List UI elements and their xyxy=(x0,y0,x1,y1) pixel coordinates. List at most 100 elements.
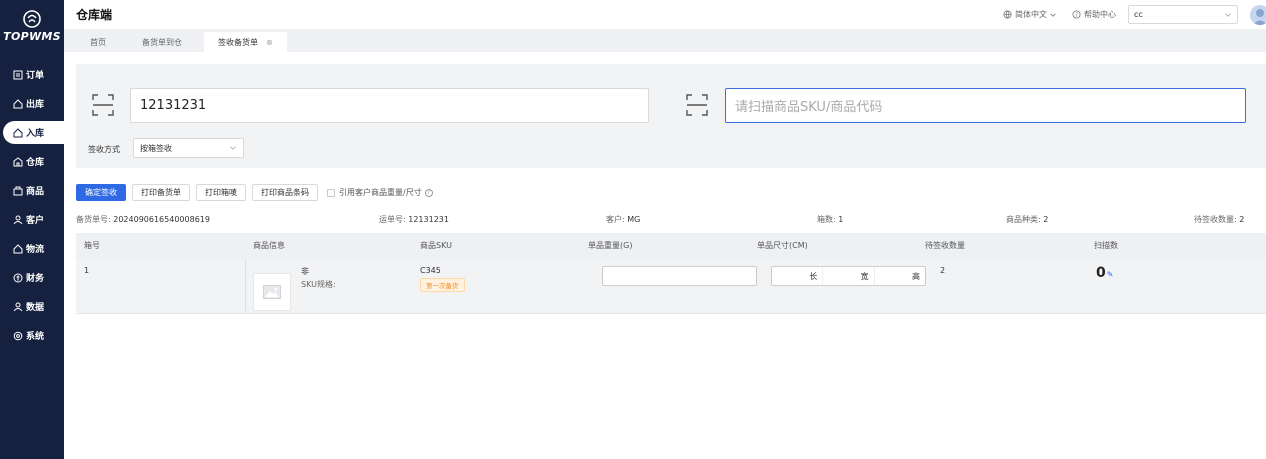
col-weight: 单品重量(G) xyxy=(588,241,633,250)
chevron-down-icon xyxy=(1225,13,1231,17)
main-content: 12131231 请扫描商品SKU/商品代码 签收方式 按箱签收 确定签收 打印… xyxy=(64,52,1266,459)
page-title: 仓库端 xyxy=(76,8,113,22)
language-switcher[interactable]: 简体中文 xyxy=(1003,9,1060,20)
customer-icon xyxy=(13,215,23,224)
sidebar-item-system[interactable]: 系统 xyxy=(0,321,64,350)
order-scan-input[interactable]: 12131231 xyxy=(130,88,649,123)
order-scan-value: 12131231 xyxy=(140,98,207,113)
summary-value: 2 xyxy=(1043,215,1049,224)
scan-panel: 12131231 请扫描商品SKU/商品代码 签收方式 按箱签收 xyxy=(76,64,1266,168)
tab-bar: 首页 备货单到仓 签收备货单 ⊗ xyxy=(64,29,1266,52)
logistics-icon xyxy=(13,243,23,253)
scan-icon[interactable] xyxy=(686,94,708,116)
sku-scan-input[interactable]: 请扫描商品SKU/商品代码 xyxy=(725,88,1246,123)
col-pending-qty: 待签收数量 xyxy=(925,241,965,250)
weight-input[interactable] xyxy=(602,266,757,286)
use-customer-dims-checkbox[interactable]: 引用客户商品重量/尺寸 ? xyxy=(327,187,433,198)
row-divider xyxy=(245,259,246,314)
summary-value: 2 xyxy=(1239,215,1245,224)
summary-label: 箱数: xyxy=(817,215,836,224)
sidebar-item-logistics[interactable]: 物流 xyxy=(0,234,64,263)
col-sku: 商品SKU xyxy=(420,241,452,250)
summary-tracking: 运单号: 12131231 xyxy=(379,214,449,225)
sign-method-value: 按箱签收 xyxy=(140,143,172,153)
sidebar-item-label: 客户 xyxy=(26,216,45,226)
checkbox-box[interactable] xyxy=(327,188,335,197)
scan-icon[interactable] xyxy=(92,94,114,116)
sidebar: TOPWMS 订单 出库 入库 仓库 商品 客户 物流 财务 数据 系统 xyxy=(0,0,73,459)
sidebar-item-warehouse[interactable]: 仓库 xyxy=(0,147,64,176)
print-box-label-button[interactable]: 打印箱唛 xyxy=(196,184,246,201)
close-icon[interactable]: ⊗ xyxy=(266,38,273,47)
warehouse-icon xyxy=(13,156,23,166)
summary-value: 1 xyxy=(838,215,844,224)
col-box-no: 箱号 xyxy=(84,241,100,250)
sign-method-select[interactable]: 按箱签收 xyxy=(133,138,244,158)
sidebar-item-data[interactable]: 数据 xyxy=(0,292,64,321)
logo-text: TOPWMS xyxy=(3,30,61,43)
finance-icon xyxy=(13,273,23,282)
col-product-info: 商品信息 xyxy=(253,241,285,250)
box-no: 1 xyxy=(84,266,90,275)
col-scan-count: 扫描数 xyxy=(1094,241,1118,250)
user-select[interactable]: cc xyxy=(1128,5,1238,24)
sidebar-item-products[interactable]: 商品 xyxy=(0,176,64,205)
sidebar-item-label: 出库 xyxy=(26,100,45,110)
outbound-icon xyxy=(13,98,23,108)
print-barcode-button[interactable]: 打印商品条码 xyxy=(252,184,318,201)
sidebar-item-outbound[interactable]: 出库 xyxy=(0,89,64,118)
summary-sku-types: 商品种类: 2 xyxy=(1006,214,1048,225)
help-icon: ? xyxy=(1072,10,1081,19)
svg-text:?: ? xyxy=(1075,13,1078,19)
summary-label: 客户: xyxy=(606,215,625,224)
product-thumbnail[interactable] xyxy=(253,273,291,311)
sidebar-item-label: 物流 xyxy=(26,245,45,255)
tab-label: 备货单到仓 xyxy=(142,37,182,47)
avatar[interactable] xyxy=(1250,4,1266,25)
pending-qty: 2 xyxy=(940,266,946,275)
length-field[interactable]: 长 xyxy=(772,267,824,285)
edit-icon[interactable]: ✎ xyxy=(1107,270,1114,279)
help-center-link[interactable]: ? 帮助中心 xyxy=(1072,9,1116,20)
sidebar-item-label: 仓库 xyxy=(26,158,45,168)
items-table: 箱号 商品信息 商品SKU 单品重量(G) 单品尺寸(CM) 待签收数量 扫描数… xyxy=(76,233,1266,314)
sku-value: C345 xyxy=(420,266,441,275)
chevron-down-icon xyxy=(1050,13,1056,17)
summary-value: MG xyxy=(627,215,641,224)
sku-scan-placeholder: 请扫描商品SKU/商品代码 xyxy=(735,100,883,115)
print-order-button[interactable]: 打印备货单 xyxy=(132,184,190,201)
inbound-icon xyxy=(13,127,23,137)
sidebar-item-label: 订单 xyxy=(26,71,45,81)
logo[interactable]: TOPWMS xyxy=(0,0,64,52)
tab-stock-arrival[interactable]: 备货单到仓 xyxy=(128,32,196,52)
sidebar-item-customers[interactable]: 客户 xyxy=(0,205,64,234)
sign-method-label: 签收方式 xyxy=(88,145,120,154)
summary-label: 商品种类: xyxy=(1006,215,1041,224)
width-field[interactable]: 宽 xyxy=(823,267,875,285)
summary-pending: 待签收数量: 2 xyxy=(1194,214,1244,225)
settings-icon xyxy=(13,331,23,340)
sidebar-item-finance[interactable]: 财务 xyxy=(0,263,64,292)
help-label: 帮助中心 xyxy=(1084,10,1116,19)
logo-icon xyxy=(23,10,41,28)
language-label: 简体中文 xyxy=(1015,10,1047,19)
action-toolbar: 确定签收 打印备货单 打印箱唛 打印商品条码 引用客户商品重量/尺寸 ? xyxy=(76,184,433,201)
sidebar-item-orders[interactable]: 订单 xyxy=(0,60,64,89)
confirm-sign-button[interactable]: 确定签收 xyxy=(76,184,126,201)
col-dimensions: 单品尺寸(CM) xyxy=(757,241,808,250)
summary-label: 待签收数量: xyxy=(1194,215,1237,224)
sidebar-item-inbound[interactable]: 入库 xyxy=(0,118,73,147)
sidebar-item-label: 系统 xyxy=(26,332,45,342)
scan-count-cell: 0✎ xyxy=(1096,265,1113,281)
user-value: cc xyxy=(1134,10,1143,19)
help-icon[interactable]: ? xyxy=(424,188,433,197)
summary-customer: 客户: MG xyxy=(606,214,640,225)
tab-sign-stock-order[interactable]: 签收备货单 ⊗ xyxy=(204,32,287,52)
top-header: 仓库端 简体中文 ? 帮助中心 cc xyxy=(64,0,1266,29)
height-field[interactable]: 高 xyxy=(875,267,925,285)
product-name: 非 xyxy=(301,267,309,276)
tab-home[interactable]: 首页 xyxy=(76,32,120,52)
product-icon xyxy=(13,186,23,195)
image-placeholder-icon xyxy=(263,285,281,299)
data-icon xyxy=(13,302,23,311)
